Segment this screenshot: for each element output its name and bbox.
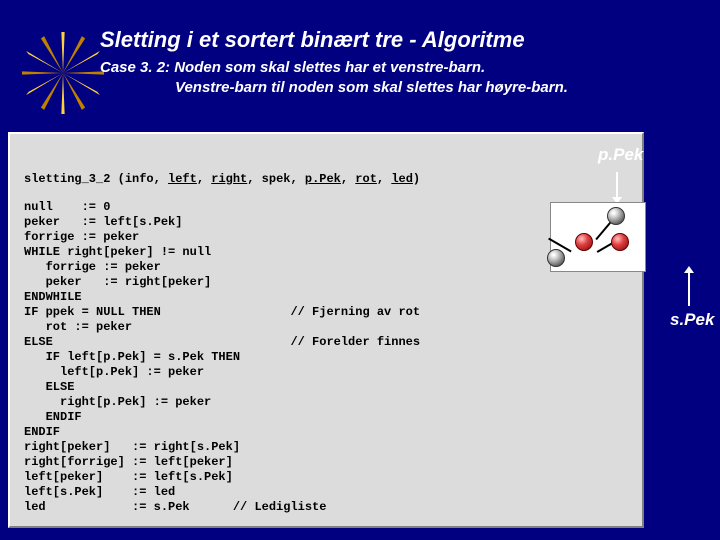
pseudocode-block: null := 0 peker := left[s.Pek] forrige :… bbox=[24, 200, 628, 515]
slide-subtitle: Case 3. 2: Noden som skal slettes har et… bbox=[100, 58, 568, 97]
starburst-icon bbox=[22, 32, 104, 114]
code-panel: sletting_3_2 (info, left, right, spek, p… bbox=[8, 132, 644, 528]
arrow-ppek bbox=[616, 172, 618, 198]
tree-node-delete-left bbox=[575, 233, 593, 251]
slide-title: Sletting i et sortert binært tre - Algor… bbox=[100, 27, 525, 53]
arrow-spek bbox=[688, 272, 690, 306]
tree-diagram bbox=[550, 202, 646, 272]
subtitle-line1: Case 3. 2: Noden som skal slettes har et… bbox=[100, 59, 485, 76]
tree-node-child bbox=[547, 249, 565, 267]
label-ppek: p.Pek bbox=[598, 145, 643, 165]
tree-node-parent bbox=[607, 207, 625, 225]
label-spek: s.Pek bbox=[670, 310, 714, 330]
tree-node-delete-right bbox=[611, 233, 629, 251]
function-signature: sletting_3_2 (info, left, right, spek, p… bbox=[24, 172, 628, 186]
subtitle-line2: Venstre-barn til noden som skal slettes … bbox=[175, 79, 568, 96]
